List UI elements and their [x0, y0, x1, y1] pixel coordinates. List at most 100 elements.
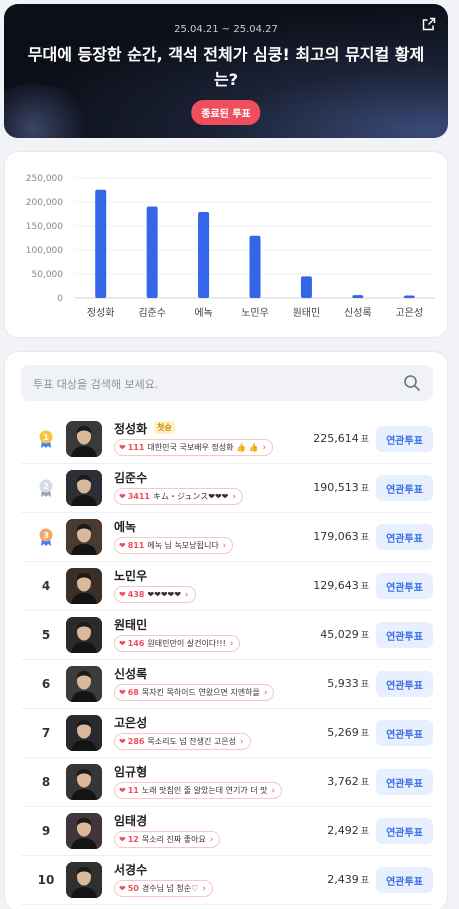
ranking-row[interactable]: 2 김준수 ❤ 3411 キム・ジュンス❤❤❤ › 190,513 표 연관투표 — [21, 464, 433, 513]
candidate-name: 임태경 — [114, 814, 148, 828]
vote-unit: 표 — [360, 827, 369, 837]
x-tick-label: 에녹 — [194, 307, 212, 319]
related-vote-button[interactable]: 연관투표 — [376, 524, 433, 550]
vote-unit: 표 — [360, 484, 369, 494]
vote-unit: 표 — [360, 729, 369, 739]
chart-bar — [198, 212, 210, 298]
cheer-count: 111 — [127, 443, 145, 452]
ranking-list: 1 정성화 첫승 ❤ 111 대한민국 국보배우 정성화 👍 👍 › 225,614 표 연관투표… — [21, 415, 433, 905]
related-vote-button[interactable]: 연관투표 — [376, 720, 433, 746]
cheer-comment: ❤❤❤❤❤ — [147, 590, 181, 599]
related-vote-button[interactable]: 연관투표 — [376, 818, 433, 844]
avatar — [66, 470, 102, 506]
candidate-name: 원태민 — [114, 618, 148, 632]
comment-pill[interactable]: ❤ 438 ❤❤❤❤❤ › — [114, 586, 196, 603]
results-chart-card: 0 50,000 100,000 150,000 200,000 250,000 정성화 김준… — [4, 151, 448, 338]
vote-number: 129,643 — [313, 579, 359, 592]
heart-icon: ❤ — [119, 884, 126, 893]
chevron-right-icon: › — [271, 785, 276, 796]
avatar — [66, 862, 102, 898]
ranking-row[interactable]: 7 고은성 ❤ 286 목소리도 넘 잔생긴 고은성 › 5,269 표 연관투표 — [21, 709, 433, 758]
cheer-comment: 목소리 진짜 좋아요 — [141, 835, 206, 844]
gold-medal-icon: 1 — [33, 415, 59, 463]
comment-pill[interactable]: ❤ 11 노래 맛침인 줄 알았는데 연기가 더 맛 › — [114, 782, 283, 799]
chevron-right-icon: › — [202, 883, 206, 894]
comment-pill[interactable]: ❤ 68 목자킨 목하이드 연왔으면 지엔하을 › — [114, 684, 275, 701]
vote-status-badge: 종료된 투표 — [191, 100, 261, 125]
search-bar[interactable]: 투표 대상을 검색해 보세요. — [21, 365, 433, 401]
related-vote-button[interactable]: 연관투표 — [376, 426, 433, 452]
avatar — [66, 715, 102, 751]
chart-bar — [249, 235, 261, 298]
vote-number: 5,933 — [327, 677, 359, 690]
comment-pill[interactable]: ❤ 50 경수님 넘 청순♡ › — [114, 880, 213, 897]
silver-medal-icon: 2 — [33, 464, 59, 512]
cheer-count: 286 — [127, 737, 145, 746]
related-vote-button[interactable]: 연관투표 — [376, 622, 433, 648]
cheer-count: 146 — [127, 639, 145, 648]
avatar — [66, 617, 102, 653]
heart-icon: ❤ — [119, 443, 126, 452]
chart-bar — [300, 276, 312, 298]
search-input[interactable]: 투표 대상을 검색해 보세요. — [33, 376, 158, 392]
page: 25.04.21 ~ 25.04.27 무대에 등장한 순간, 객석 전체가 심… — [0, 0, 459, 909]
y-tick-label: 100,000 — [26, 246, 63, 256]
ranking-row[interactable]: 5 원태민 ❤ 146 원태민만이 살건이다!!! › 45,029 표 연관투표 — [21, 611, 433, 660]
chevron-right-icon: › — [184, 589, 189, 600]
ranking-row[interactable]: 9 임태경 ❤ 12 목소리 진짜 좋아요 › 2,492 표 연관투표 — [21, 807, 433, 856]
vote-count: 129,643 표 — [313, 579, 369, 592]
related-vote-button[interactable]: 연관투표 — [376, 671, 433, 697]
related-vote-button[interactable]: 연관투표 — [376, 573, 433, 599]
ranking-row[interactable]: 10 서경수 ❤ 50 경수님 넘 청순♡ › 2,439 표 연관투표 — [21, 856, 433, 905]
candidate-name: 김준수 — [114, 471, 148, 485]
vote-number: 190,513 — [313, 481, 359, 494]
cheer-comment: 원태민만이 살건이다!!! — [147, 639, 226, 648]
vote-number: 45,029 — [320, 628, 359, 641]
cheer-comment: 목소리도 넘 잔생긴 고은성 — [147, 737, 236, 746]
cheer-count: 3411 — [127, 492, 150, 501]
comment-pill[interactable]: ❤ 146 원태민만이 살건이다!!! › — [114, 635, 241, 652]
avatar — [66, 568, 102, 604]
x-tick-label: 노민우 — [241, 307, 269, 319]
vote-count: 179,063 표 — [313, 530, 369, 543]
share-icon[interactable] — [422, 17, 436, 31]
comment-pill[interactable]: ❤ 811 에녹 님 녹모낭됩니다 › — [114, 537, 234, 554]
ranking-row[interactable]: 4 노민우 ❤ 438 ❤❤❤❤❤ › 129,643 표 연관투표 — [21, 562, 433, 611]
comment-pill[interactable]: ❤ 12 목소리 진짜 좋아요 › — [114, 831, 221, 848]
ranking-row[interactable]: 3 에녹 ❤ 811 에녹 님 녹모낭됩니다 › 179,063 표 연관투표 — [21, 513, 433, 562]
candidate-name: 노민우 — [114, 569, 148, 583]
comment-pill[interactable]: ❤ 286 목소리도 넘 잔생긴 고은성 › — [114, 733, 251, 750]
related-vote-button[interactable]: 연관투표 — [376, 769, 433, 795]
ranking-row[interactable]: 8 임규형 ❤ 11 노래 맛침인 줄 알았는데 연기가 더 맛 › 3,762 표 연관투표 — [21, 758, 433, 807]
comment-pill[interactable]: ❤ 111 대한민국 국보배우 정성화 👍 👍 › — [114, 439, 274, 456]
heart-icon: ❤ — [119, 590, 126, 599]
heart-icon: ❤ — [119, 835, 126, 844]
rank-number: 6 — [41, 677, 51, 691]
chevron-right-icon: › — [262, 442, 267, 453]
candidate-name: 에녹 — [114, 520, 137, 534]
vote-unit: 표 — [360, 435, 369, 445]
ranking-row[interactable]: 6 신성록 ❤ 68 목자킨 목하이드 연왔으면 지엔하을 › 5,933 표 연관투표 — [21, 660, 433, 709]
vote-date-range: 25.04.21 ~ 25.04.27 — [174, 24, 278, 35]
rank-number: 7 — [41, 726, 51, 740]
vote-count: 225,614 표 — [313, 432, 369, 445]
chevron-right-icon: › — [232, 491, 236, 502]
related-vote-button[interactable]: 연관투표 — [376, 867, 433, 893]
related-vote-button[interactable]: 연관투표 — [376, 475, 433, 501]
candidate-name: 신성록 — [114, 667, 148, 681]
medal-rank-number: 3 — [43, 531, 49, 540]
ranking-row[interactable]: 1 정성화 첫승 ❤ 111 대한민국 국보배우 정성화 👍 👍 › 225,614 표 연관투표 — [21, 415, 433, 464]
first-win-badge: 첫승 — [154, 421, 175, 434]
y-tick-label: 250,000 — [26, 174, 63, 184]
cheer-count: 11 — [127, 786, 139, 795]
chevron-right-icon: › — [229, 638, 234, 649]
comment-pill[interactable]: ❤ 3411 キム・ジュンス❤❤❤ › — [114, 488, 243, 505]
vote-unit: 표 — [360, 778, 369, 788]
x-tick-label: 김준수 — [138, 307, 166, 319]
avatar — [66, 813, 102, 849]
vote-number: 225,614 — [313, 432, 359, 445]
vote-banner: 25.04.21 ~ 25.04.27 무대에 등장한 순간, 객석 전체가 심… — [4, 4, 448, 138]
avatar — [66, 666, 102, 702]
search-icon[interactable] — [403, 374, 421, 392]
vote-number: 2,439 — [327, 873, 359, 886]
